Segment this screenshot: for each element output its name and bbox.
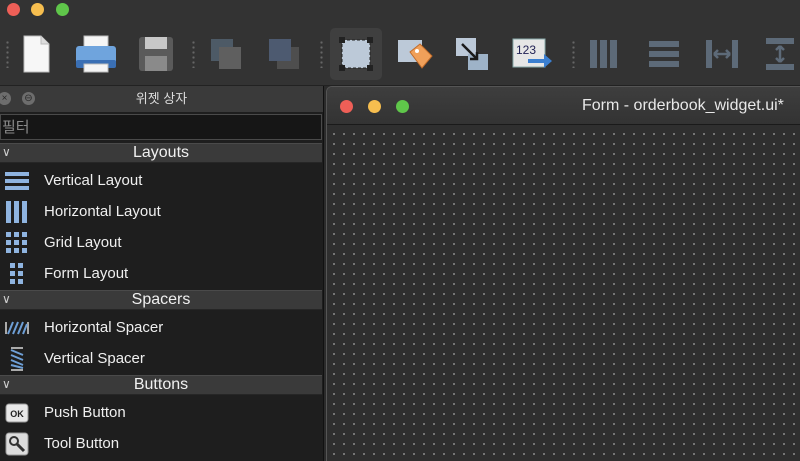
- bring-front-button[interactable]: [258, 28, 310, 80]
- form-title-bar: Form - orderbook_widget.ui*: [327, 87, 800, 125]
- form-title: Form - orderbook_widget.ui*: [582, 97, 784, 114]
- floppy-disk-icon: [139, 37, 173, 71]
- widget-item-label: Form Layout: [44, 265, 129, 282]
- widget-item-grid-layout[interactable]: Grid Layout: [0, 227, 322, 258]
- minimize-window-button[interactable]: [31, 3, 44, 16]
- toolbar-separator: [320, 40, 323, 68]
- widget-box-panel: × ⊖ 위젯 상자 ∨ Layouts Vertical Layout Hori…: [0, 86, 324, 461]
- toolbar-separator: [192, 40, 195, 68]
- tab-order-number: 123: [516, 43, 536, 57]
- dock-close-button[interactable]: ×: [0, 92, 11, 105]
- widget-item-label: Vertical Layout: [44, 172, 143, 189]
- open-button[interactable]: [70, 28, 122, 80]
- chevron-down-icon: ∨: [2, 292, 11, 306]
- send-backward-icon: [211, 39, 241, 69]
- tool-button-icon: [4, 431, 30, 456]
- tab-order-icon: 123: [512, 38, 552, 68]
- widget-item-label: Vertical Spacer: [44, 350, 145, 367]
- category-layouts[interactable]: ∨ Layouts: [0, 143, 322, 163]
- horizontal-layout-icon: [4, 199, 30, 224]
- widget-item-label: Grid Layout: [44, 234, 122, 251]
- widget-item-label: Push Button: [44, 404, 126, 421]
- widget-item-push-button[interactable]: OK Push Button: [0, 397, 322, 428]
- layout-splitter-h-button[interactable]: [696, 28, 748, 80]
- form-window: Form - orderbook_widget.ui*: [326, 86, 800, 461]
- push-button-icon: OK: [4, 400, 30, 425]
- new-file-icon: [23, 35, 50, 73]
- toolbar-separator: [572, 40, 575, 68]
- main-toolbar: 123: [0, 20, 800, 86]
- widget-item-label: Tool Button: [44, 435, 120, 452]
- vertical-layout-icon: [4, 168, 30, 193]
- vertical-splitter-icon: [766, 38, 794, 70]
- signal-slot-icon: [456, 38, 488, 70]
- widget-item-vertical-spacer[interactable]: Vertical Spacer: [0, 343, 322, 374]
- category-buttons[interactable]: ∨ Buttons: [0, 375, 322, 395]
- new-file-button[interactable]: [10, 28, 62, 80]
- push-button-icon-text: OK: [10, 409, 24, 419]
- widget-item-horizontal-layout[interactable]: Horizontal Layout: [0, 196, 322, 227]
- grid-layout-icon: [4, 230, 30, 255]
- edit-widgets-icon: [339, 37, 373, 71]
- layout-splitter-v-button[interactable]: [754, 28, 800, 80]
- horizontal-splitter-icon: [706, 40, 738, 68]
- layout-vertical-button[interactable]: [638, 28, 690, 80]
- save-button[interactable]: [130, 28, 182, 80]
- edit-widgets-button[interactable]: [330, 28, 382, 80]
- category-spacers[interactable]: ∨ Spacers: [0, 290, 322, 310]
- widget-item-tool-button[interactable]: Tool Button: [0, 428, 322, 459]
- edit-tab-order-button[interactable]: 123: [506, 28, 558, 80]
- dock-float-button[interactable]: ⊖: [22, 92, 35, 105]
- edit-buddies-button[interactable]: [388, 28, 440, 80]
- form-minimize-button[interactable]: [368, 100, 381, 113]
- horizontal-layout-icon: [590, 40, 617, 68]
- horizontal-spacer-icon: [4, 315, 30, 340]
- form-layout-icon: [4, 261, 30, 286]
- form-close-button[interactable]: [340, 100, 353, 113]
- chevron-down-icon: ∨: [2, 377, 11, 391]
- zoom-window-button[interactable]: [56, 3, 69, 16]
- form-design-canvas[interactable]: [327, 125, 800, 461]
- layout-horizontal-button[interactable]: [578, 28, 630, 80]
- form-zoom-button[interactable]: [396, 100, 409, 113]
- category-label: Spacers: [131, 291, 191, 308]
- vertical-layout-icon: [649, 41, 679, 67]
- tag-icon: [398, 40, 433, 69]
- category-label: Layouts: [132, 144, 190, 161]
- toolbar-separator: [6, 40, 9, 68]
- chevron-down-icon: ∨: [2, 145, 11, 159]
- vertical-spacer-icon: [4, 346, 30, 371]
- printer-icon: [76, 35, 116, 73]
- app-title-bar: [0, 0, 800, 20]
- filter-input[interactable]: [0, 114, 322, 140]
- category-label: Buttons: [133, 376, 189, 393]
- bring-forward-icon: [269, 39, 299, 69]
- widget-item-vertical-layout[interactable]: Vertical Layout: [0, 165, 322, 196]
- widget-item-horizontal-spacer[interactable]: Horizontal Spacer: [0, 312, 322, 343]
- widget-box-title-bar: × ⊖ 위젯 상자: [0, 86, 323, 112]
- close-window-button[interactable]: [7, 3, 20, 16]
- widget-box-title: 위젯 상자: [135, 91, 188, 106]
- widget-item-label: Horizontal Layout: [44, 203, 161, 220]
- widget-item-label: Horizontal Spacer: [44, 319, 164, 336]
- edit-signals-button[interactable]: [446, 28, 498, 80]
- send-back-button[interactable]: [200, 28, 252, 80]
- widget-item-form-layout[interactable]: Form Layout: [0, 258, 322, 289]
